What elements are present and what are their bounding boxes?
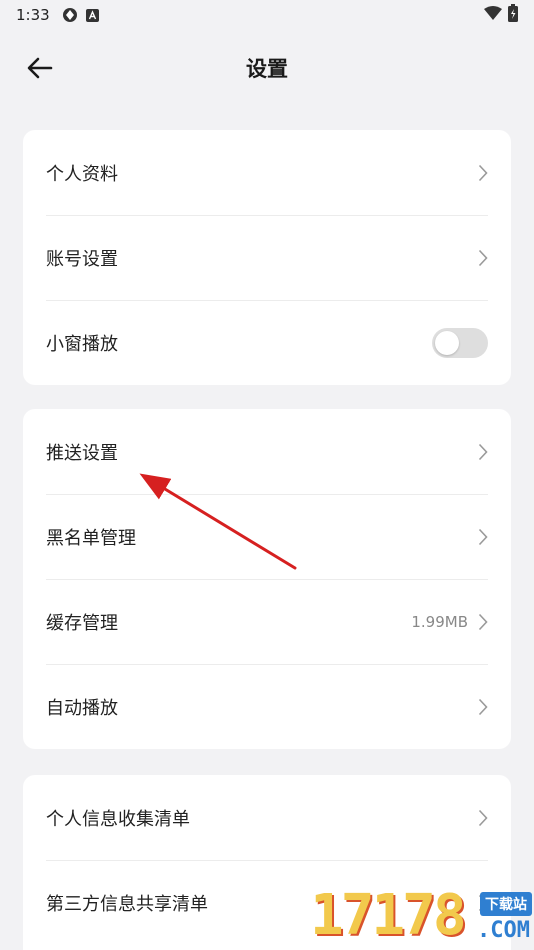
row-label: 个人资料 (46, 163, 118, 185)
wifi-icon (484, 6, 502, 24)
chevron-right-icon (478, 443, 488, 461)
row-mini-player: 小窗播放 (23, 300, 511, 385)
chevron-right-icon (478, 164, 488, 182)
gear-icon (62, 7, 78, 23)
row-profile[interactable]: 个人资料 (23, 130, 511, 215)
chevron-right-icon (478, 528, 488, 546)
chevron-right-icon (478, 249, 488, 267)
row-push-settings[interactable]: 推送设置 (23, 409, 511, 494)
back-button[interactable] (22, 52, 58, 84)
row-label: 缓存管理 (46, 612, 118, 634)
row-label: 个人信息收集清单 (46, 808, 190, 830)
row-third-party-sharing-list[interactable]: 第三方信息共享清单 (23, 860, 511, 945)
chevron-right-icon (478, 613, 488, 631)
battery-icon (508, 4, 518, 26)
row-blacklist[interactable]: 黑名单管理 (23, 494, 511, 579)
a-icon (85, 8, 99, 22)
settings-group-privacy: 个人信息收集清单 第三方信息共享清单 (23, 775, 511, 950)
row-info-collection-list[interactable]: 个人信息收集清单 (23, 775, 511, 860)
status-right (484, 4, 518, 26)
mini-player-toggle[interactable] (432, 327, 488, 358)
chevron-right-icon (478, 809, 488, 827)
header: 设置 (0, 38, 534, 98)
page-title: 设置 (246, 57, 288, 81)
toggle-knob (435, 330, 459, 355)
status-bar: 1:33 (0, 0, 534, 30)
settings-group-general: 推送设置 黑名单管理 缓存管理 1.99MB 自动播放 (23, 409, 511, 749)
row-label: 第三方信息共享清单 (46, 893, 208, 915)
status-time: 1:33 (16, 6, 50, 24)
cache-size: 1.99MB (411, 612, 468, 631)
row-cache[interactable]: 缓存管理 1.99MB (23, 579, 511, 664)
row-label: 小窗播放 (46, 333, 118, 355)
row-label: 账号设置 (46, 248, 118, 270)
chevron-right-icon (478, 894, 488, 912)
row-account-settings[interactable]: 账号设置 (23, 215, 511, 300)
row-label: 黑名单管理 (46, 527, 136, 549)
row-label: 推送设置 (46, 442, 118, 464)
settings-group-account: 个人资料 账号设置 小窗播放 (23, 130, 511, 385)
row-label: 自动播放 (46, 697, 118, 719)
arrow-left-icon (27, 57, 53, 79)
chevron-right-icon (478, 698, 488, 716)
row-autoplay[interactable]: 自动播放 (23, 664, 511, 749)
